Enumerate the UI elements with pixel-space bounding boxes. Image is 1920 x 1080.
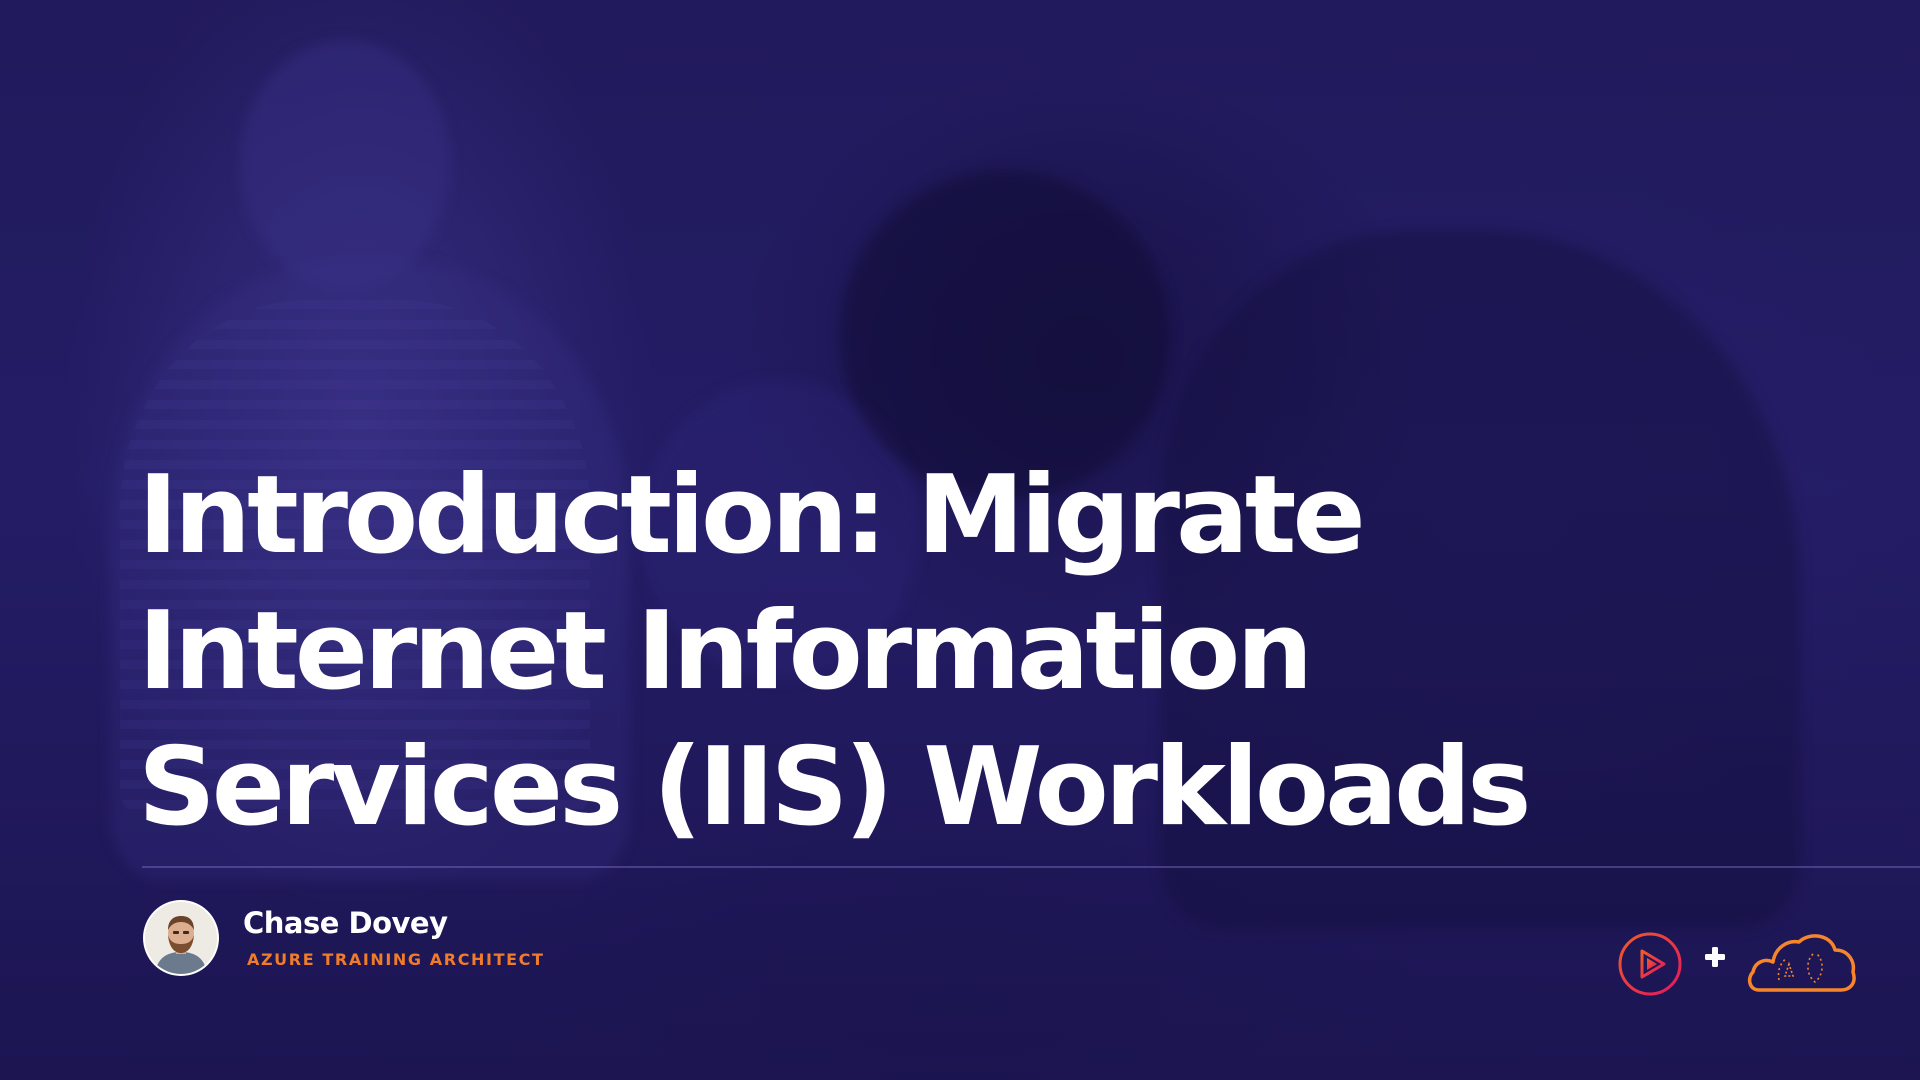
author-avatar: [145, 902, 217, 974]
slide-title: Introduction: Migrate Internet Informati…: [138, 453, 1532, 850]
author-name: Chase Dovey: [243, 906, 448, 940]
author-role: AZURE TRAINING ARCHITECT: [247, 950, 545, 969]
divider: [142, 866, 1920, 868]
plus-icon: [1705, 947, 1725, 967]
background-photo-person-left: [240, 40, 450, 290]
play-circle-logo-icon: [1618, 932, 1682, 996]
title-slide: Introduction: Migrate Internet Informati…: [0, 0, 1920, 1080]
cloud-logo-icon: [1747, 934, 1856, 992]
avatar-portrait-icon: [145, 902, 217, 974]
